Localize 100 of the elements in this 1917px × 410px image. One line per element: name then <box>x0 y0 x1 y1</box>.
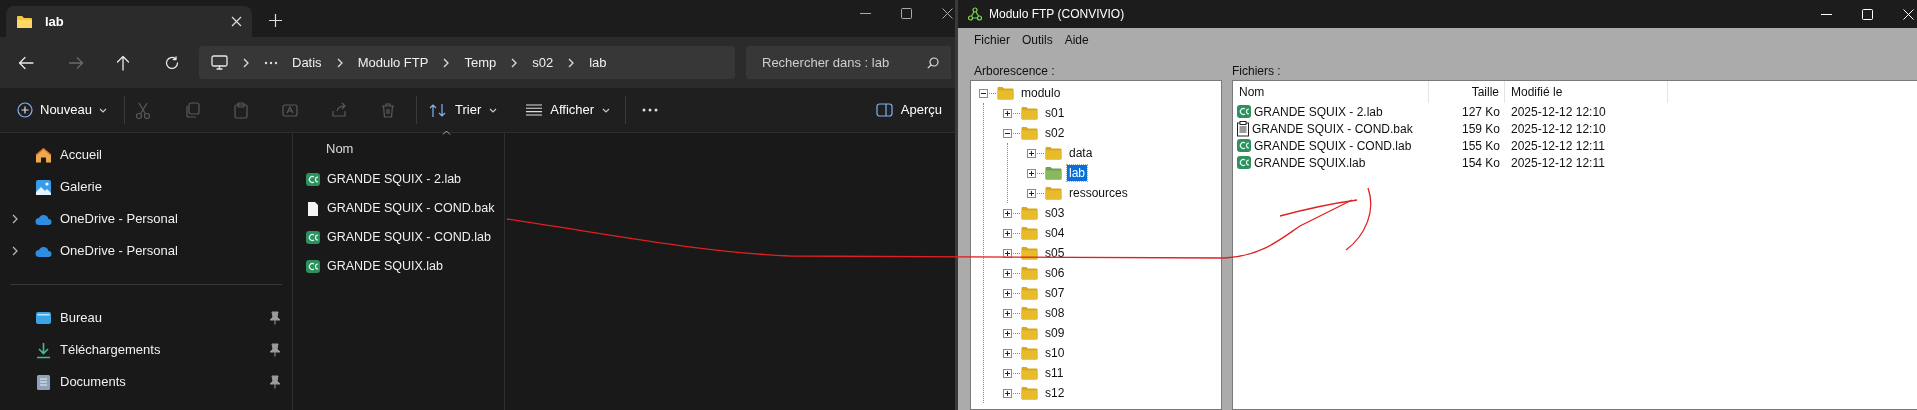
nav-item[interactable]: Téléchargements <box>35 340 268 360</box>
documents-icon <box>35 373 52 391</box>
breadcrumb-item[interactable]: Modulo FTP <box>357 52 429 73</box>
column-header[interactable]: Modifié le <box>1505 81 1668 103</box>
new-tab-icon[interactable] <box>269 14 282 27</box>
tree-item[interactable]: s04 <box>1043 225 1067 241</box>
maximize-icon[interactable] <box>901 8 912 19</box>
menu-item[interactable]: Fichier <box>968 29 1016 51</box>
nav-item[interactable]: Bureau <box>35 308 268 328</box>
tree-item[interactable]: s09 <box>1043 325 1067 341</box>
desktop-icon <box>35 309 52 327</box>
expand-icon[interactable] <box>1003 328 1012 338</box>
list-view-icon <box>526 104 543 116</box>
file-icon <box>305 258 321 275</box>
nav-item[interactable]: Galerie <box>35 177 292 197</box>
file-name: GRANDE SQUIX - 2.lab <box>1254 103 1383 121</box>
tree-item[interactable]: s08 <box>1043 305 1067 321</box>
tree-item[interactable]: s01 <box>1043 105 1067 121</box>
nav-item[interactable]: OneDrive - Personal <box>35 241 292 261</box>
tree-item[interactable]: s07 <box>1043 285 1067 301</box>
nav-item[interactable]: Accueil <box>35 145 292 165</box>
expand-icon[interactable] <box>1027 148 1036 158</box>
column-header[interactable]: Taille <box>1429 81 1505 103</box>
gallery-icon <box>35 178 52 196</box>
date-cell-text: 2025-12-12 12:10 <box>1510 120 1607 138</box>
expand-chevron-icon[interactable] <box>11 246 19 256</box>
size-cell-text: 154 Ko <box>1460 154 1501 172</box>
expand-icon[interactable] <box>1003 248 1012 258</box>
file-item[interactable]: GRANDE SQUIX - 2.lab <box>305 165 502 194</box>
file-icon <box>1236 103 1252 120</box>
tab[interactable]: lab <box>6 6 252 37</box>
tree-item[interactable]: s11 <box>1043 365 1066 381</box>
size-cell-text: 159 Ko <box>1460 120 1501 138</box>
expand-icon[interactable] <box>1003 348 1012 358</box>
tree-item[interactable]: s06 <box>1043 265 1067 281</box>
tree-item[interactable]: data <box>1067 145 1095 161</box>
nav-item[interactable]: OneDrive - Personal <box>35 209 292 229</box>
sort-button[interactable]: Trier <box>429 94 498 126</box>
view-button[interactable]: Afficher <box>526 94 611 126</box>
expand-icon[interactable] <box>1003 368 1012 378</box>
file-icon <box>305 229 321 246</box>
address-bar[interactable]: Datis Modulo FTP Temp s02 lab <box>199 46 735 79</box>
menu-item[interactable]: Outils <box>1016 29 1059 51</box>
sort-icon <box>429 102 448 118</box>
folder-icon <box>16 14 33 29</box>
column-header[interactable]: Nom <box>293 133 504 165</box>
breadcrumb-item[interactable]: Temp <box>464 52 497 73</box>
refresh-icon[interactable] <box>165 55 179 70</box>
file-item[interactable]: GRANDE SQUIX - COND.lab <box>305 223 502 252</box>
close-icon[interactable] <box>942 8 953 19</box>
expand-icon[interactable] <box>1003 308 1012 318</box>
computer-icon <box>211 55 228 70</box>
collapse-icon[interactable] <box>1003 128 1012 138</box>
expand-icon[interactable] <box>1027 188 1036 198</box>
expand-icon[interactable] <box>1003 388 1012 398</box>
tree-item[interactable]: lab <box>1067 165 1087 181</box>
panel-label: Fichiers : <box>1232 63 1282 80</box>
file-icon <box>1236 137 1252 154</box>
tree-item[interactable]: s05 <box>1043 245 1067 261</box>
file-item[interactable]: GRANDE SQUIX.lab <box>305 252 502 281</box>
caret-icon <box>602 107 611 113</box>
expand-icon[interactable] <box>1003 228 1012 238</box>
nav-item[interactable]: Documents <box>35 372 268 392</box>
expand-icon[interactable] <box>1003 208 1012 218</box>
new-button[interactable]: Nouveau <box>16 94 109 126</box>
collapse-icon[interactable] <box>979 88 988 98</box>
file-icon <box>305 200 321 217</box>
more-icon[interactable] <box>642 108 659 112</box>
up-icon[interactable] <box>116 54 130 71</box>
menu-item[interactable]: Aide <box>1058 29 1095 51</box>
preview-pane-icon <box>875 103 893 117</box>
expand-icon[interactable] <box>1003 108 1012 118</box>
clipboard-icon <box>1236 120 1250 137</box>
network-icon <box>968 7 982 21</box>
expand-icon[interactable] <box>1027 168 1036 178</box>
tree-item[interactable]: ressources <box>1067 185 1130 201</box>
plus-circle-icon <box>17 102 33 118</box>
expand-chevron-icon[interactable] <box>11 214 19 224</box>
tree-item[interactable]: s02 <box>1043 125 1067 141</box>
preview-button[interactable]: Aperçu <box>875 94 942 126</box>
expand-icon[interactable] <box>1003 288 1012 298</box>
tree-item[interactable]: modulo <box>1019 85 1063 101</box>
size-cell-text: 155 Ko <box>1460 137 1501 155</box>
breadcrumb-item[interactable]: lab <box>589 52 607 73</box>
more-icon[interactable] <box>264 60 278 65</box>
window-title: Modulo FTP (CONVIVIO) <box>989 6 1125 23</box>
breadcrumb-item[interactable]: Datis <box>292 52 322 73</box>
tree-item[interactable]: s10 <box>1043 345 1067 361</box>
back-icon[interactable] <box>18 55 34 70</box>
file-icon <box>305 171 321 188</box>
file-item[interactable]: GRANDE SQUIX - COND.bak <box>305 194 502 223</box>
tree-item[interactable]: s03 <box>1043 205 1067 221</box>
breadcrumb-item[interactable]: s02 <box>532 52 554 73</box>
search-field[interactable]: Rechercher dans : lab <box>746 46 951 79</box>
column-header[interactable]: Nom <box>1233 81 1429 103</box>
file-name: GRANDE SQUIX - COND.lab <box>1254 137 1412 155</box>
file-name: GRANDE SQUIX.lab <box>1254 154 1366 172</box>
search-icon <box>927 57 939 69</box>
tree-item[interactable]: s12 <box>1043 385 1067 401</box>
expand-icon[interactable] <box>1003 268 1012 278</box>
